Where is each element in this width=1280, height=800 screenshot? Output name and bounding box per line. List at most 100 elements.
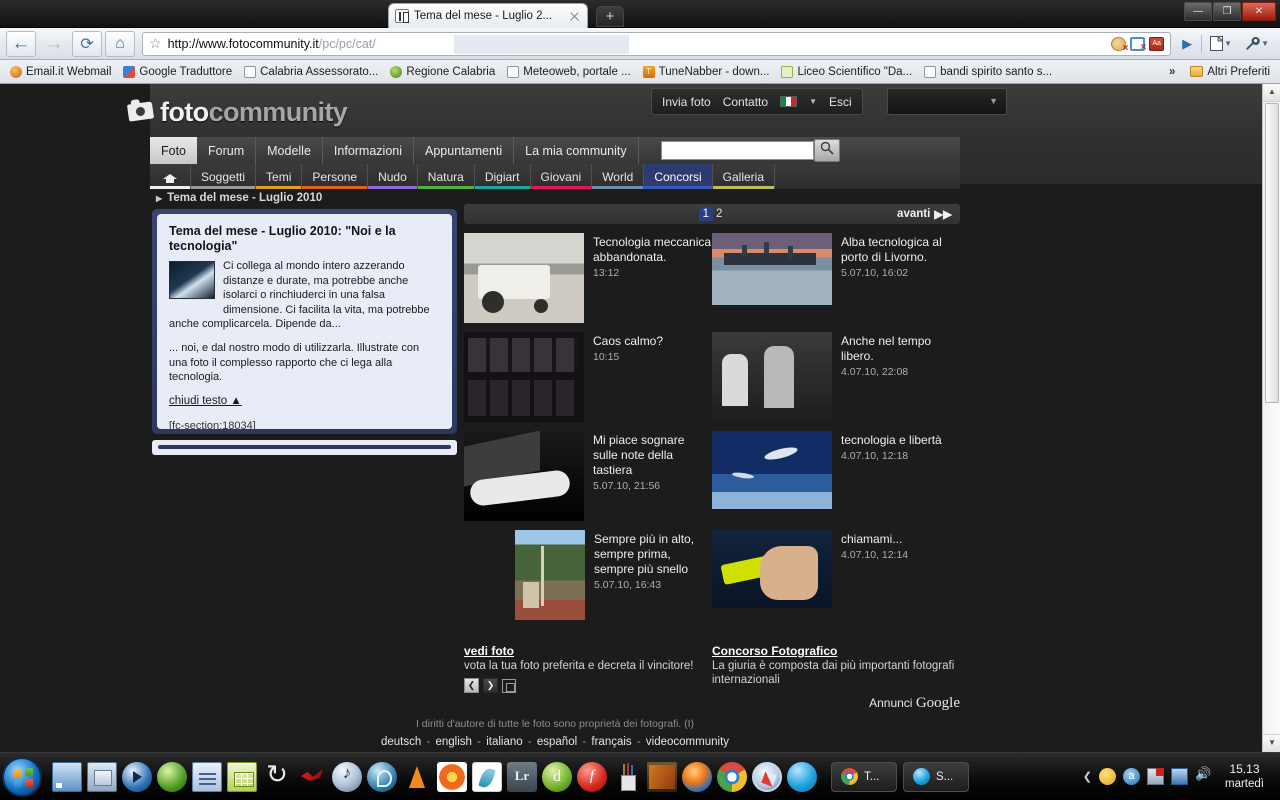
go-button[interactable]: ▶: [1182, 36, 1192, 52]
dreamweaver-icon[interactable]: d: [542, 761, 572, 792]
page-1-button[interactable]: 1: [698, 207, 713, 221]
lang-espanol[interactable]: español: [537, 736, 577, 748]
openoffice-writer-icon[interactable]: [192, 761, 222, 792]
openoffice-calc-icon[interactable]: [227, 761, 257, 792]
photo-cell[interactable]: Anche nel tempo libero. 4.07.10, 22:08: [712, 332, 960, 422]
new-tab-button[interactable]: +: [596, 6, 624, 27]
red-ribbon-icon[interactable]: [297, 762, 327, 792]
nav-item-la-mia-community[interactable]: La mia community: [514, 137, 639, 164]
brush-app-icon[interactable]: [612, 762, 642, 792]
nav2-item-world[interactable]: World: [592, 164, 645, 189]
lang-francais[interactable]: français: [591, 736, 631, 748]
harbour-sunrise-photo[interactable]: [712, 233, 832, 305]
popup-blocked-icon[interactable]: ×: [1130, 36, 1146, 52]
photo-cell[interactable]: chiamami... 4.07.10, 12:14: [712, 530, 960, 620]
start-orb-icon[interactable]: [2, 756, 42, 797]
photo-cell[interactable]: tecnologia e libertà 4.07.10, 12:18: [712, 431, 960, 521]
people-bw-photo[interactable]: [712, 332, 832, 422]
lang-videocommunity[interactable]: videocommunity: [646, 736, 729, 748]
nav2-item-soggetti[interactable]: Soggetti: [191, 164, 257, 189]
vlc-icon[interactable]: [402, 762, 432, 792]
cookie-blocked-icon[interactable]: ×: [1111, 36, 1128, 53]
logout-link[interactable]: Esci: [829, 95, 852, 109]
window-close-button[interactable]: ✕: [1242, 2, 1276, 21]
site-logo[interactable]: fotocommunity: [126, 97, 348, 128]
user-dropdown[interactable]: ▼: [887, 88, 1007, 115]
nav2-item-galleria[interactable]: Galleria: [712, 164, 776, 189]
taskbar-button-skype[interactable]: S...: [903, 761, 969, 792]
google-ads-label[interactable]: Annunci Google: [712, 695, 960, 712]
browser-tab[interactable]: Tema del mese - Luglio 2...: [388, 3, 588, 28]
nav-item-informazioni[interactable]: Informazioni: [323, 137, 415, 164]
nav-item-forum[interactable]: Forum: [197, 137, 257, 164]
italian-flag-icon[interactable]: [780, 96, 798, 107]
address-bar[interactable]: ☆ http://www.fotocommunity.it/pc/pc/cat/…: [142, 31, 1172, 56]
feather-app-icon[interactable]: [472, 761, 502, 792]
nav2-item-nudo[interactable]: Nudo: [368, 164, 418, 189]
photo-title[interactable]: Alba tecnologica al porto di Livorno.: [841, 235, 960, 265]
taskbar-button-chrome[interactable]: T...: [831, 761, 897, 792]
bookmark-item[interactable]: Google Traduttore: [118, 64, 237, 80]
vedi-foto-link[interactable]: vedi foto: [464, 644, 514, 658]
bird-plane-sky-photo[interactable]: [712, 431, 832, 509]
bookmark-item[interactable]: Email.it Webmail: [5, 64, 116, 80]
bookmark-item[interactable]: Liceo Scientifico "Da...: [776, 64, 917, 80]
volume-icon[interactable]: [1195, 766, 1212, 785]
feature-panel-thumbnail[interactable]: [169, 261, 215, 299]
dictionary-icon[interactable]: Aa: [1149, 36, 1165, 51]
close-text-link[interactable]: chiudi testo ▲: [169, 395, 242, 407]
nav2-item-persone[interactable]: Persone: [302, 164, 369, 189]
search-input[interactable]: [661, 141, 814, 160]
maximize-button[interactable]: ❐: [1213, 2, 1241, 21]
hand-phone-photo[interactable]: [712, 530, 832, 608]
close-icon[interactable]: [568, 10, 581, 23]
photo-title[interactable]: Sempre più in alto, sempre prima, sempre…: [594, 532, 712, 577]
bookmark-star-icon[interactable]: ☆: [149, 35, 162, 52]
photo-title[interactable]: Caos calmo?: [593, 334, 663, 349]
nav-item-appuntamenti[interactable]: Appuntamenti: [414, 137, 515, 164]
firefox-icon[interactable]: [682, 761, 712, 792]
nav2-item-natura[interactable]: Natura: [417, 164, 475, 189]
bookmarks-overflow-button[interactable]: »: [1161, 66, 1183, 78]
other-bookmarks-folder[interactable]: Altri Preferiti: [1185, 64, 1275, 80]
scroll-down-button[interactable]: ▼: [1263, 734, 1280, 752]
tower-landscape-photo[interactable]: [515, 530, 585, 620]
chevron-down-icon[interactable]: ▼: [809, 97, 817, 106]
bookmark-item[interactable]: Calabria Assessorato...: [239, 64, 383, 80]
expand-icon[interactable]: [502, 678, 516, 693]
show-desktop-icon[interactable]: [52, 761, 82, 792]
amazon-tray-icon[interactable]: a: [1123, 768, 1140, 785]
clock-tray-icon[interactable]: [1099, 768, 1116, 785]
skype-icon[interactable]: [787, 761, 817, 792]
ad-next-button[interactable]: ❯: [483, 678, 498, 693]
windows-media-player-icon[interactable]: [122, 761, 152, 792]
nav2-item-concorsi[interactable]: Concorsi: [644, 164, 713, 189]
photo-title[interactable]: chiamami...: [841, 532, 908, 547]
bookmark-item[interactable]: Regione Calabria: [385, 64, 500, 80]
ad-prev-button[interactable]: ❮: [464, 678, 479, 693]
sync-icon[interactable]: [262, 759, 292, 792]
concorso-fotografico-link[interactable]: Concorso Fotografico: [712, 644, 837, 658]
taskbar-clock[interactable]: 15.13 martedì: [1219, 762, 1274, 792]
photo-title[interactable]: Mi piace sognare sulle note della tastie…: [593, 433, 712, 478]
nav2-item-giovani[interactable]: Giovani: [530, 164, 593, 189]
photo-cell[interactable]: Alba tecnologica al porto di Livorno. 5.…: [712, 233, 960, 323]
minimize-button[interactable]: —: [1184, 2, 1212, 21]
photo-title[interactable]: Anche nel tempo libero.: [841, 334, 960, 364]
photo-cell[interactable]: Tecnologia meccanica abbandonata. 13:12: [464, 233, 712, 323]
windows-explorer-icon[interactable]: [87, 761, 117, 792]
photo-cell[interactable]: Sempre più in alto, sempre prima, sempre…: [464, 530, 712, 620]
windows-media-center-icon[interactable]: [157, 761, 187, 792]
page-2-button[interactable]: 2: [713, 208, 725, 220]
photo-cell[interactable]: Caos calmo? 10:15: [464, 332, 712, 422]
chrome-icon[interactable]: [717, 761, 747, 792]
photo-title[interactable]: tecnologia e libertà: [841, 433, 942, 448]
contact-link[interactable]: Contatto: [723, 95, 768, 109]
lang-italiano[interactable]: italiano: [486, 736, 522, 748]
safari-icon[interactable]: [752, 761, 782, 792]
lang-english[interactable]: english: [436, 736, 472, 748]
wrench-menu-button[interactable]: ▼: [1240, 36, 1274, 51]
photo-cell[interactable]: Mi piace sognare sulle note della tastie…: [464, 431, 712, 521]
nav-item-foto[interactable]: Foto: [150, 137, 198, 164]
keyboard-keys-photo[interactable]: [464, 332, 584, 422]
